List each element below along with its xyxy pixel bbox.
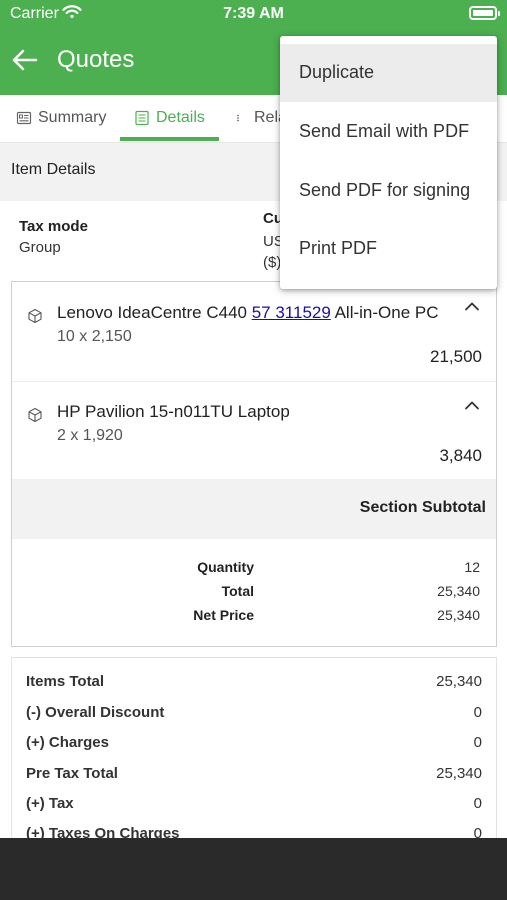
totals-row: Pre Tax Total 25,340 [12,765,496,789]
menu-item-send-email-pdf[interactable]: Send Email with PDF [280,103,497,161]
phone-link[interactable]: 57 311529 [252,303,331,322]
item-name-start: Lenovo IdeaCentre C440 [57,303,252,322]
item-name: HP Pavilion 15-n011TU Laptop [57,402,290,421]
totals-row: (-) Overall Discount 0 [12,704,496,728]
subtotal-label: Net Price [193,607,254,623]
tab-summary[interactable]: Summary [16,95,106,141]
overflow-menu: Duplicate Send Email with PDF Send PDF f… [280,36,497,289]
page-title: Quotes [57,46,135,73]
chevron-up-icon[interactable] [464,300,480,312]
subtotal-label: Total [221,583,254,599]
subtotal-value: 25,340 [437,607,480,623]
item-qty-price: 2 x 1,920 [57,427,123,444]
totals-value: 25,340 [436,673,482,690]
tax-mode-value: Group [19,239,61,256]
menu-item-label: Send PDF for signing [299,180,471,200]
totals-value: 0 [473,734,482,751]
item-qty-price: 10 x 2,150 [57,328,132,345]
item-name-end: All-in-One PC [330,303,439,322]
item-amount: 3,840 [439,446,482,465]
cube-icon [28,407,42,423]
totals-value: 25,340 [436,765,482,782]
battery-icon [469,6,500,20]
quotes-screen: Carrier 7:39 AM Quotes Summary Details R… [0,0,507,900]
cube-icon [28,308,42,324]
list-item[interactable]: Lenovo IdeaCentre C440 57 311529 All-in-… [12,282,496,381]
totals-row: Items Total 25,340 [12,673,496,697]
tab-details[interactable]: Details [134,95,205,141]
totals-card: Items Total 25,340 (-) Overall Discount … [11,657,497,847]
totals-label: Items Total [26,673,105,690]
status-bar: Carrier 7:39 AM [0,0,507,28]
totals-label: (+) Tax [26,795,74,812]
totals-value: 0 [473,704,482,721]
tab-summary-label: Summary [38,109,107,126]
arrow-left-icon[interactable] [10,45,40,75]
tab-details-label: Details [156,109,205,126]
totals-label: Pre Tax Total [26,765,118,782]
menu-item-duplicate[interactable]: Duplicate [280,44,497,102]
bottom-bar [0,838,507,900]
item-name: Lenovo IdeaCentre C440 57 311529 All-in-… [57,303,439,323]
list-icon [135,110,149,126]
list-item[interactable]: HP Pavilion 15-n011TU Laptop 2 x 1,920 3… [12,382,496,479]
kebab-icon [237,114,239,122]
totals-value: 0 [473,795,482,812]
menu-item-label: Print PDF [299,238,378,258]
chevron-up-icon[interactable] [464,399,480,411]
active-tab-indicator [120,137,219,141]
menu-item-label: Duplicate [299,62,375,82]
subtotal-label: Quantity [197,559,254,575]
totals-label: (-) Overall Discount [26,704,165,721]
line-items-card: Lenovo IdeaCentre C440 57 311529 All-in-… [11,281,497,647]
subtotal-value: 25,340 [437,583,480,599]
menu-item-label: Send Email with PDF [299,121,470,141]
totals-row: (+) Tax 0 [12,795,496,819]
section-subtotal-title: Section Subtotal [359,499,486,516]
subtotal-row-quantity: Quantity 12 [12,559,496,581]
item-amount: 21,500 [430,347,482,366]
menu-item-send-pdf-signing[interactable]: Send PDF for signing [280,162,497,220]
tax-mode-label: Tax mode [19,218,88,235]
clock: 7:39 AM [223,5,284,22]
menu-item-print-pdf[interactable]: Print PDF [280,220,497,278]
subtotal-value: 12 [464,559,480,575]
subtotal-row-total: Total 25,340 [12,583,496,605]
totals-row: (+) Charges 0 [12,734,496,758]
totals-label: (+) Charges [26,734,109,751]
summary-icon [16,111,32,125]
section-title: Item Details [11,161,96,178]
section-subtotal-header: Section Subtotal [12,479,496,539]
subtotal-row-net-price: Net Price 25,340 [12,607,496,629]
